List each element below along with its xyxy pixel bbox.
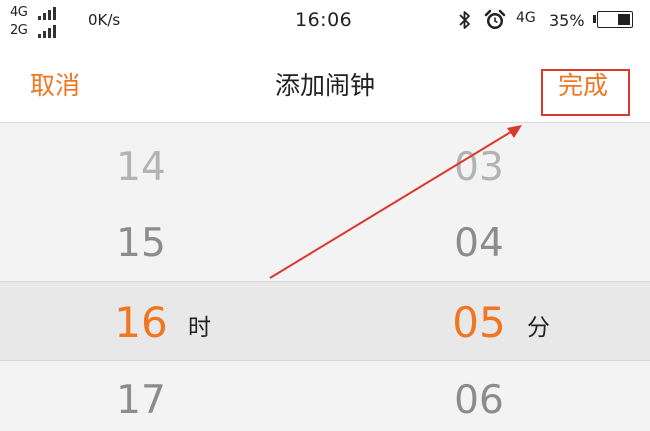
- status-bar: 4G 2G 0K/s 16:06 4G 35%: [0, 0, 650, 42]
- network-speed: 0K/s: [88, 11, 121, 29]
- minute-unit-label: 分: [527, 315, 550, 341]
- bluetooth-icon: [459, 11, 470, 29]
- minute-option[interactable]: 06: [439, 378, 519, 423]
- hour-option[interactable]: 17: [101, 378, 181, 423]
- minute-option[interactable]: 04: [439, 221, 519, 266]
- hour-option[interactable]: 14: [101, 145, 181, 190]
- alarm-clock-icon: [484, 9, 506, 29]
- network-bottom-label: 2G: [10, 23, 28, 38]
- hour-selected[interactable]: 16: [101, 298, 181, 347]
- minute-selected[interactable]: 05: [439, 298, 519, 347]
- done-highlight-box: [541, 69, 630, 116]
- hour-option[interactable]: 15: [101, 221, 181, 266]
- hour-unit-label: 时: [188, 315, 211, 341]
- signal-bars-top-icon: [38, 7, 56, 20]
- status-time: 16:06: [295, 9, 353, 31]
- selected-row-highlight: [0, 281, 650, 361]
- battery-percent: 35%: [549, 11, 585, 30]
- minute-option[interactable]: 03: [439, 145, 519, 190]
- battery-icon: [593, 11, 633, 28]
- time-picker: 14 15 16 时 17 03 04 05 分 06: [0, 123, 650, 431]
- add-alarm-screen: 4G 2G 0K/s 16:06 4G 35% 取消 添加闹钟 完成 14 15…: [0, 0, 650, 431]
- network-type-right: 4G: [516, 10, 536, 26]
- signal-bars-bottom-icon: [38, 25, 56, 38]
- signal-icon: 4G 2G: [10, 3, 76, 39]
- network-top-label: 4G: [10, 5, 28, 20]
